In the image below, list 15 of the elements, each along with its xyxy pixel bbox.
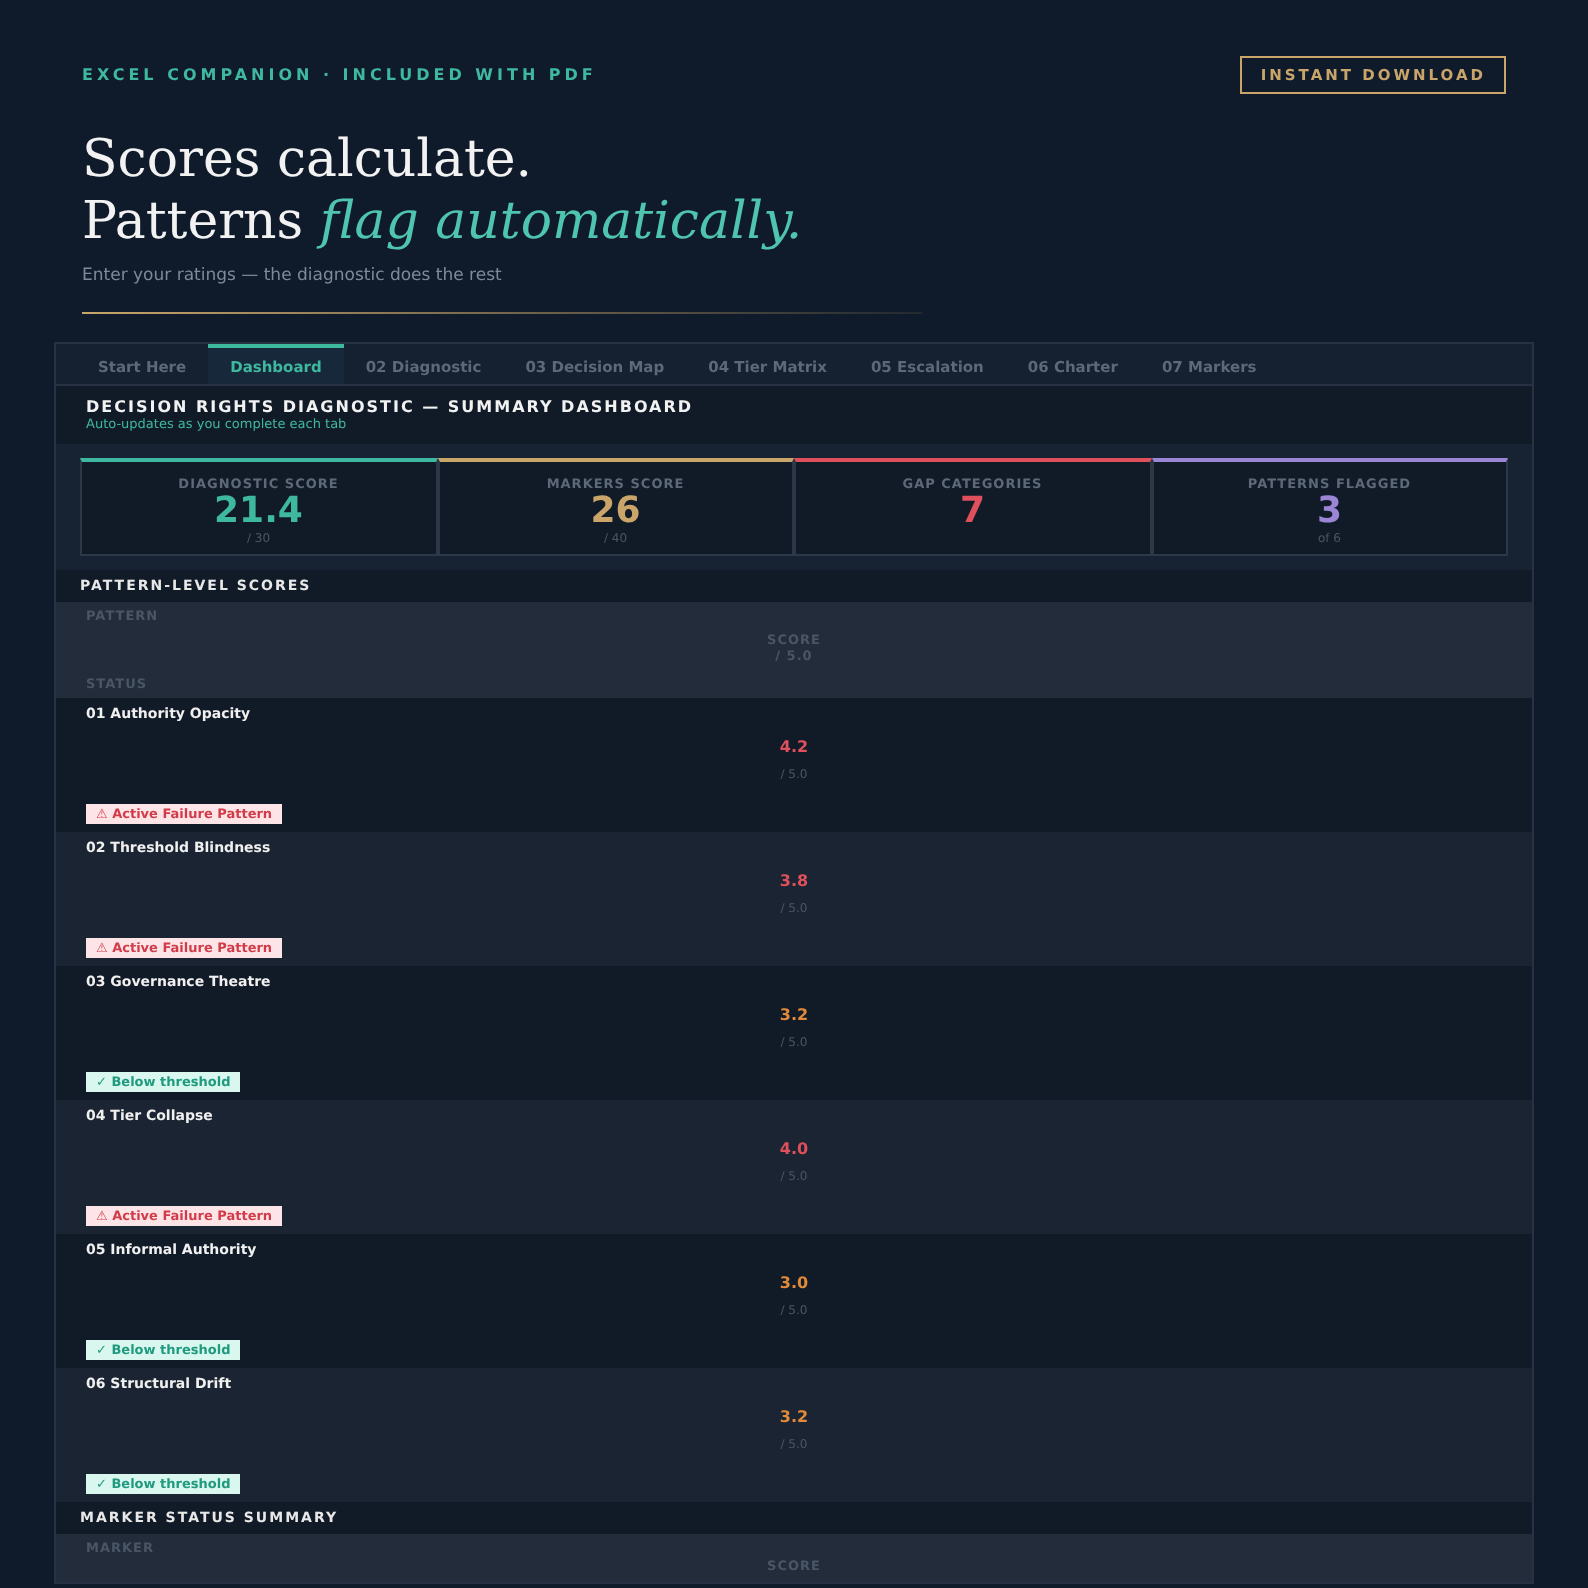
- score-value: 4.0: [779, 1140, 809, 1158]
- dashboard-title: DECISION RIGHTS DIAGNOSTIC — SUMMARY DASHBOARD: [86, 398, 696, 416]
- score-value: 3.2: [779, 1006, 809, 1024]
- score-value: 4.2: [779, 738, 809, 756]
- subtitle: Enter your ratings — the diagnostic does the rest: [82, 266, 504, 286]
- score-value: 3.0: [779, 1274, 809, 1292]
- stat-value: 26: [590, 492, 641, 532]
- headline: Scores calculate.: [82, 130, 535, 192]
- score-value: 3.2: [779, 1408, 809, 1426]
- stat-value: 7: [959, 492, 986, 532]
- eyebrow-text: EXCEL COMPANION · INCLUDED WITH PDF: [82, 66, 597, 84]
- score-value: 3.8: [779, 872, 809, 890]
- headline: Patterns flag automatically.: [82, 192, 805, 254]
- stat-value: 3: [1316, 492, 1343, 532]
- stat-value: 21.4: [214, 492, 303, 532]
